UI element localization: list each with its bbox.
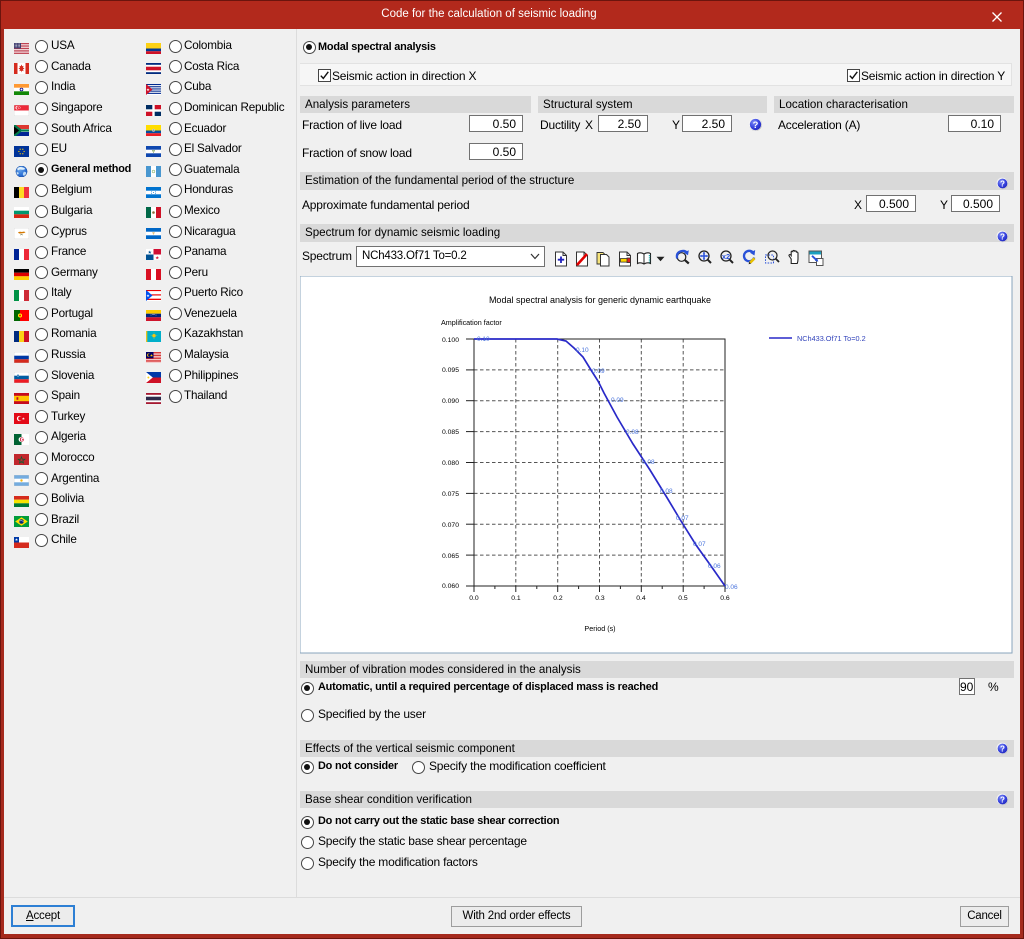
svg-text:?: ? [1000,179,1005,188]
svg-text:0.6: 0.6 [720,595,730,602]
svg-text:0.085: 0.085 [442,429,459,436]
svg-text:0.3: 0.3 [595,595,605,602]
svg-text:?: ? [1000,795,1005,804]
svg-text:0.0: 0.0 [469,595,479,602]
svg-text:0.07: 0.07 [676,515,689,522]
svg-text:?: ? [1000,232,1005,241]
svg-text:0.07: 0.07 [693,541,706,548]
svg-text:0.06: 0.06 [725,584,738,591]
svg-text:0.5: 0.5 [678,595,688,602]
svg-text:0.4: 0.4 [636,595,646,602]
svg-text:NCh433.Of71 To=0.2: NCh433.Of71 To=0.2 [797,334,866,343]
svg-text:0.075: 0.075 [442,491,459,498]
svg-text:0.09: 0.09 [592,368,605,375]
svg-text:Period (s): Period (s) [584,624,615,633]
svg-text:0.060: 0.060 [442,583,459,590]
svg-text:x2: x2 [722,252,730,261]
svg-text:0.10: 0.10 [576,347,589,354]
svg-text:?: ? [753,120,759,130]
svg-text:0.1: 0.1 [511,595,521,602]
svg-text:Amplification factor: Amplification factor [441,318,502,327]
svg-text:0.065: 0.065 [442,553,459,560]
svg-text:0.10: 0.10 [477,336,490,343]
svg-text:0.070: 0.070 [442,522,459,529]
svg-text:0.095: 0.095 [442,367,459,374]
svg-text:0.09: 0.09 [611,397,624,404]
svg-text:Modal spectral analysis for ge: Modal spectral analysis for generic dyna… [489,295,711,305]
svg-text:0.08: 0.08 [626,429,639,436]
svg-text:0.08: 0.08 [642,459,655,466]
svg-text:0.2: 0.2 [553,595,563,602]
svg-text:0.06: 0.06 [708,563,721,570]
svg-text:0.080: 0.080 [442,460,459,467]
svg-text:?: ? [1000,744,1005,753]
svg-text:0.100: 0.100 [442,337,459,344]
svg-text:0.08: 0.08 [660,488,673,495]
svg-text:0.090: 0.090 [442,398,459,405]
